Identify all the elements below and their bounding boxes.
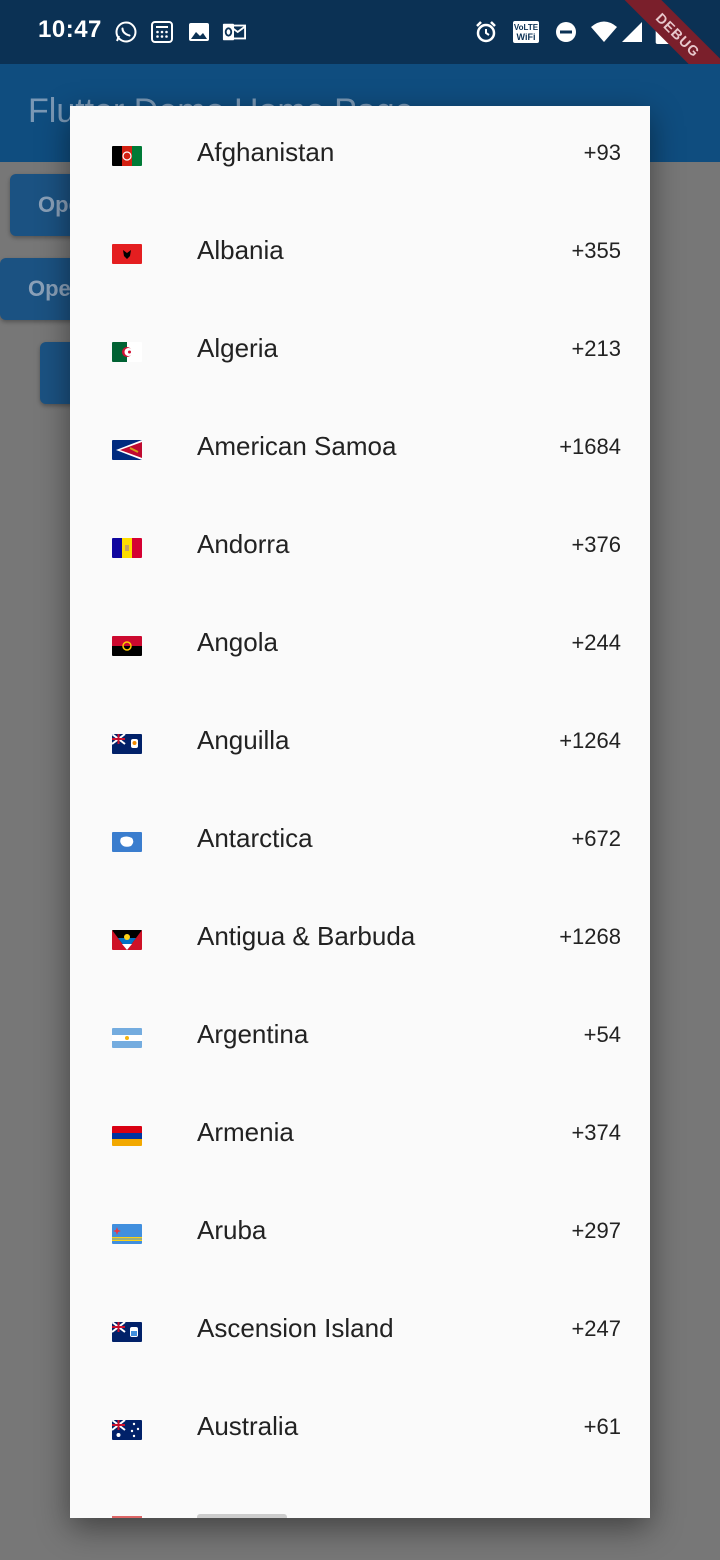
country-name: Angola — [197, 627, 278, 657]
dial-code: +61 — [583, 1414, 621, 1439]
country-picker-dialog: Afghanistan +93 Albania +355 Algeria +21… — [70, 106, 650, 1518]
signal-icon — [622, 22, 642, 42]
country-name: Antigua & Barbuda — [197, 921, 416, 951]
calculator-icon — [151, 21, 173, 43]
country-list-item[interactable]: Andorra +376 — [70, 498, 650, 596]
country-list-item[interactable]: Armenia +374 — [70, 1086, 650, 1184]
dial-code: +247 — [571, 1316, 621, 1341]
dial-code: +672 — [571, 826, 621, 851]
country-list-item[interactable]: Argentina +54 — [70, 988, 650, 1086]
dial-code: +244 — [571, 630, 621, 655]
dial-code: +54 — [583, 1022, 621, 1047]
whatsapp-icon — [115, 21, 137, 43]
dial-code: +355 — [571, 238, 621, 263]
country-name: Armenia — [197, 1117, 294, 1147]
flag-andorra-icon — [112, 538, 142, 558]
flag-american-samoa-icon — [112, 440, 142, 460]
dial-code: +93 — [583, 140, 621, 165]
country-name: Aruba — [197, 1215, 267, 1245]
status-bar: 10:47 VoLTE WiFi DEBUG — [0, 0, 720, 115]
svg-text:WiFi: WiFi — [517, 32, 536, 42]
flag-aruba-icon — [112, 1224, 142, 1244]
country-name: Andorra — [197, 529, 290, 559]
country-name: Argentina — [197, 1019, 309, 1049]
status-time: 10:47 — [38, 16, 102, 43]
country-name: Antarctica — [197, 823, 313, 853]
alarm-icon — [476, 21, 496, 43]
flag-antarctica-icon — [112, 832, 142, 852]
flag-albania-icon — [112, 244, 142, 264]
country-list-item[interactable]: Albania +355 — [70, 204, 650, 302]
country-name: Ascension Island — [197, 1313, 394, 1343]
country-name: Australia — [197, 1411, 299, 1441]
country-list-item[interactable]: Angola +244 — [70, 596, 650, 694]
flag-armenia-icon — [112, 1126, 142, 1146]
country-list-item[interactable]: American Samoa +1684 — [70, 400, 650, 498]
flag-afghanistan-icon — [112, 146, 142, 166]
country-name: Algeria — [197, 333, 278, 363]
dial-code: +1264 — [559, 728, 621, 753]
flag-australia-icon — [112, 1420, 142, 1440]
do-not-disturb-icon — [556, 22, 576, 42]
country-name: Afghanistan — [197, 137, 335, 167]
dial-code: +1268 — [559, 924, 621, 949]
dial-code: +374 — [571, 1120, 621, 1145]
wifi-icon — [591, 21, 617, 42]
outlook-icon — [222, 23, 246, 41]
list-item-partial[interactable] — [70, 1480, 650, 1518]
country-list-item[interactable]: Australia +61 — [70, 1380, 650, 1478]
country-name: American Samoa — [197, 431, 397, 461]
flag-ascension-island-icon — [112, 1322, 142, 1342]
country-list: Afghanistan +93 Albania +355 Algeria +21… — [70, 106, 650, 1478]
country-list-item[interactable]: Antarctica +672 — [70, 792, 650, 890]
country-name-partial — [197, 1514, 287, 1518]
flag-partial-icon — [112, 1516, 142, 1518]
flag-algeria-icon — [112, 342, 142, 362]
country-name: Albania — [197, 235, 284, 265]
dial-code: +376 — [571, 532, 621, 557]
flag-anguilla-icon — [112, 734, 142, 754]
volte-wifi-icon: VoLTE WiFi — [513, 21, 539, 43]
flag-angola-icon — [112, 636, 142, 656]
country-name: Anguilla — [197, 725, 290, 755]
svg-text:VoLTE: VoLTE — [514, 23, 539, 32]
country-list-item[interactable]: Ascension Island +247 — [70, 1282, 650, 1380]
dial-code: +213 — [571, 336, 621, 361]
flag-argentina-icon — [112, 1028, 142, 1048]
country-list-item[interactable]: Anguilla +1264 — [70, 694, 650, 792]
country-list-item[interactable]: Antigua & Barbuda +1268 — [70, 890, 650, 988]
flag-antigua-barbuda-icon — [112, 930, 142, 950]
country-list-item[interactable]: Afghanistan +93 — [70, 106, 650, 204]
country-list-item[interactable]: Algeria +213 — [70, 302, 650, 400]
image-icon — [189, 23, 209, 41]
dial-code: +1684 — [559, 434, 621, 459]
dial-code: +297 — [571, 1218, 621, 1243]
country-list-item[interactable]: Aruba +297 — [70, 1184, 650, 1282]
